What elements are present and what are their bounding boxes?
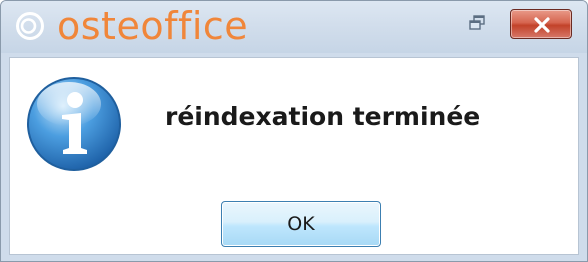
dialog-body: réindexation terminée OK [9, 57, 579, 255]
info-icon [27, 77, 121, 171]
app-title: osteoffice [57, 4, 249, 48]
close-button[interactable] [510, 9, 572, 39]
dialog-window: osteoffice réindexation terminée OK [0, 0, 588, 262]
osteoffice-logo-icon [16, 12, 44, 40]
title-bar[interactable]: osteoffice [1, 1, 587, 53]
close-icon [534, 17, 550, 33]
restore-icon[interactable] [467, 13, 489, 35]
dialog-message: réindexation terminée [165, 102, 481, 131]
ok-button[interactable]: OK [221, 201, 381, 247]
